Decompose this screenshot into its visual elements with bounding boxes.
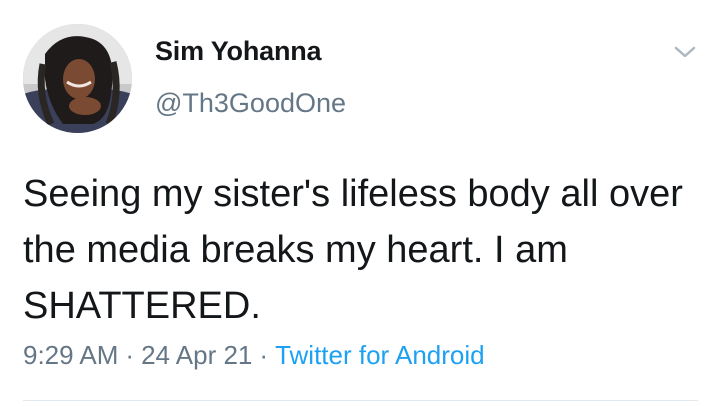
divider <box>23 400 698 401</box>
author-display-name[interactable]: Sim Yohanna <box>155 38 322 65</box>
tweet-text: Seeing my sister's lifeless body all ove… <box>23 173 683 327</box>
meta-separator: · <box>125 340 135 370</box>
avatar[interactable] <box>23 24 132 133</box>
tweet-source-link[interactable]: Twitter for Android <box>275 340 485 370</box>
tweet-time[interactable]: 9:29 AM <box>23 340 118 370</box>
tweet-card: Sim Yohanna @Th3GoodOne Seeing my sister… <box>0 0 720 407</box>
author-handle[interactable]: @Th3GoodOne <box>155 90 346 117</box>
tweet-meta: 9:29 AM · 24 Apr 21 · Twitter for Android <box>23 342 485 368</box>
tweet-date[interactable]: 24 Apr 21 <box>141 340 252 370</box>
chevron-down-icon[interactable] <box>670 40 700 64</box>
meta-separator: · <box>259 340 269 370</box>
profile-photo-icon <box>23 24 132 133</box>
